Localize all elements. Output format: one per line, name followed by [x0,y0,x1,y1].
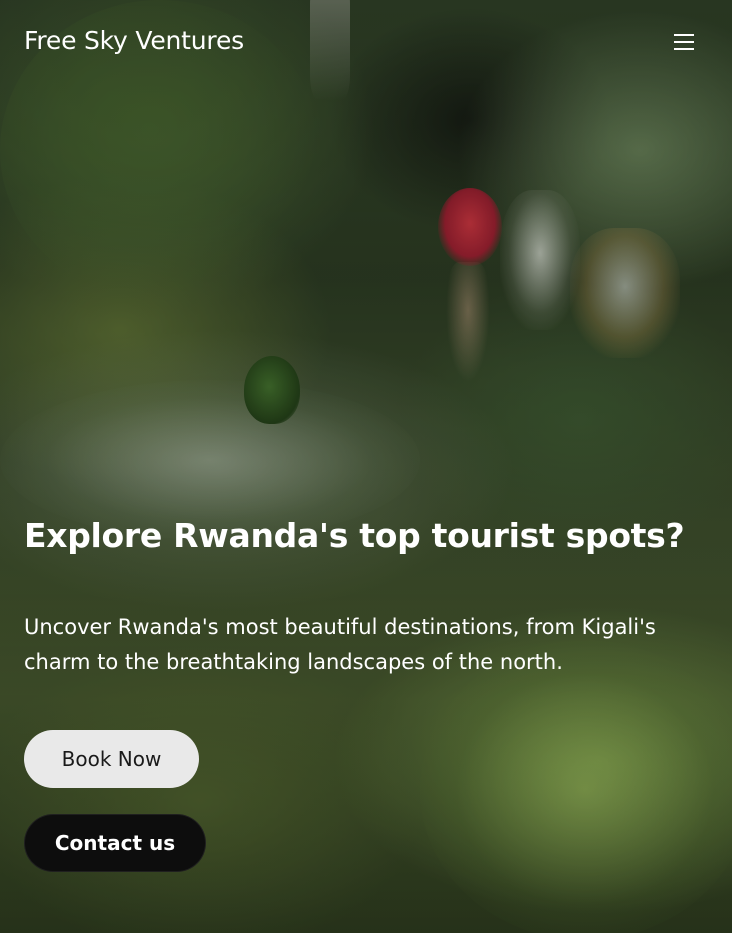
hero-overlay [0,0,732,933]
brand-logo-text[interactable]: Free Sky Ventures [24,26,244,55]
hero-title: Explore Rwanda's top tourist spots? [24,516,685,555]
site-header: Free Sky Ventures [0,0,732,84]
hamburger-menu-icon[interactable] [672,30,696,54]
hero-description: Uncover Rwanda's most beautiful destinat… [24,615,656,674]
book-now-button[interactable]: Book Now [24,730,199,788]
hamburger-menu-icon-graphic [674,34,694,50]
contact-us-button[interactable]: Contact us [24,814,206,872]
